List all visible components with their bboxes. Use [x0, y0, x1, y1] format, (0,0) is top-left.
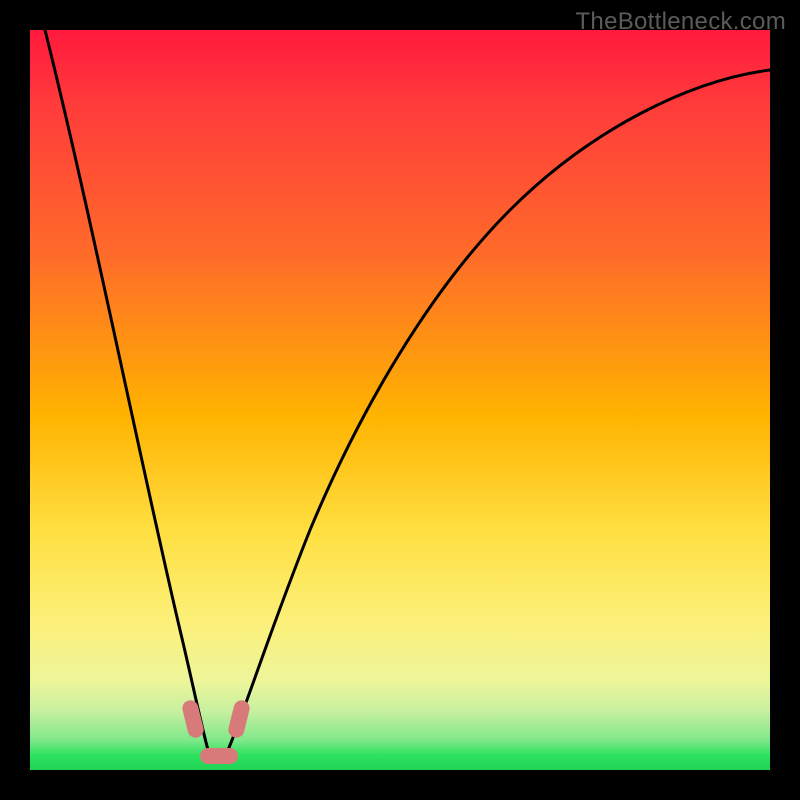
curve-layer	[30, 30, 770, 770]
bottleneck-curve	[45, 30, 770, 761]
chart-container: TheBottleneck.com	[0, 0, 800, 800]
marker-right	[227, 699, 252, 740]
marker-bottom	[200, 748, 238, 764]
plot-area	[30, 30, 770, 770]
marker-group	[181, 699, 252, 764]
watermark-text: TheBottleneck.com	[575, 8, 786, 36]
